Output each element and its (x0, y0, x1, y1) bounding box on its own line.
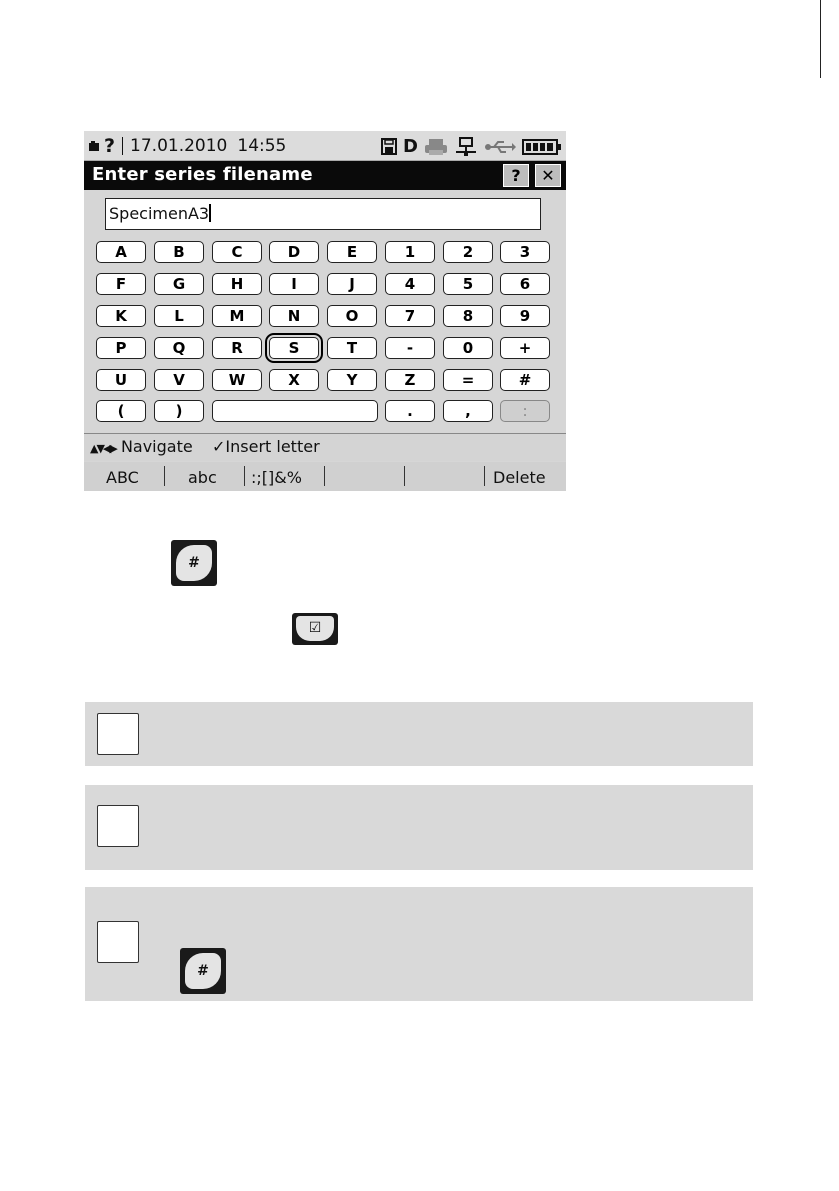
margin-line (820, 0, 821, 78)
key-q[interactable]: Q (154, 337, 204, 359)
key-z[interactable]: Z (385, 369, 435, 391)
key-3[interactable]: 3 (500, 241, 550, 263)
note-panel: # (85, 887, 753, 1001)
battery-small-icon (89, 141, 99, 151)
hash-key-glyph: # (185, 953, 221, 989)
softkey-delete[interactable]: Delete (493, 468, 546, 487)
note-panel (85, 702, 753, 766)
confirm-key-glyph: ☑ (296, 616, 334, 641)
key-4[interactable]: 4 (385, 273, 435, 295)
note-checkbox (97, 805, 139, 847)
navigation-hint-bar: ▲▼◀▶ Navigate ✓Insert letter (84, 433, 566, 461)
softkey-abc-lower[interactable]: abc (188, 468, 217, 487)
checkmark-icon: ✓ (212, 437, 226, 456)
key-0[interactable]: 0 (443, 337, 493, 359)
key-f[interactable]: F (96, 273, 146, 295)
status-time: 14:55 (237, 136, 287, 156)
key-equals[interactable]: = (443, 369, 493, 391)
key-5[interactable]: 5 (443, 273, 493, 295)
softkey-symbols[interactable]: :;[]&% (251, 468, 302, 487)
key-u[interactable]: U (96, 369, 146, 391)
close-button[interactable]: ✕ (535, 164, 561, 187)
key-p[interactable]: P (96, 337, 146, 359)
key-k[interactable]: K (96, 305, 146, 327)
status-bar: ? 17.01.2010 14:55 D (84, 131, 566, 161)
key-s[interactable]: S (265, 333, 323, 363)
filename-value: SpecimenA3 (109, 204, 210, 223)
filename-input[interactable]: SpecimenA3 (105, 198, 541, 230)
network-icon (456, 136, 476, 156)
key-b[interactable]: B (154, 241, 204, 263)
key-j[interactable]: J (327, 273, 377, 295)
key-d[interactable]: D (269, 241, 319, 263)
hash-key-icon: # (180, 948, 226, 994)
key-plus[interactable]: + (500, 337, 550, 359)
key-o[interactable]: O (327, 305, 377, 327)
navigate-label: Navigate (120, 437, 193, 456)
softkey-divider (244, 466, 245, 486)
key-i[interactable]: I (269, 273, 319, 295)
softkey-divider (404, 466, 405, 486)
key-1[interactable]: 1 (385, 241, 435, 263)
status-divider (122, 137, 124, 155)
key-comma[interactable]: , (443, 400, 493, 422)
text-caret (209, 204, 211, 222)
key-7[interactable]: 7 (385, 305, 435, 327)
key-space[interactable] (212, 400, 378, 422)
confirm-key-icon: ☑ (292, 613, 338, 645)
key-close-paren[interactable]: ) (154, 400, 204, 422)
key-m[interactable]: M (212, 305, 262, 327)
softkey-abc-upper[interactable]: ABC (106, 468, 139, 487)
softkey-divider (484, 466, 485, 486)
usb-icon (485, 140, 516, 153)
key-g[interactable]: G (154, 273, 204, 295)
printer-icon (425, 138, 447, 155)
key-minus[interactable]: - (385, 337, 435, 359)
key-a[interactable]: A (96, 241, 146, 263)
dialog-titlebar: Enter series filename ? ✕ (84, 161, 566, 190)
key-6[interactable]: 6 (500, 273, 550, 295)
status-date: 17.01.2010 (130, 136, 228, 156)
key-open-paren[interactable]: ( (96, 400, 146, 422)
battery-full-icon (522, 138, 561, 155)
floppy-disk-icon (381, 138, 398, 155)
drive-label: D (403, 136, 418, 157)
key-period[interactable]: . (385, 400, 435, 422)
help-mark: ? (104, 135, 116, 157)
key-n[interactable]: N (269, 305, 319, 327)
key-colon: : (500, 400, 550, 422)
key-r[interactable]: R (212, 337, 262, 359)
key-h[interactable]: H (212, 273, 262, 295)
device-screen: ? 17.01.2010 14:55 D Enter series filena… (84, 131, 566, 491)
key-t[interactable]: T (327, 337, 377, 359)
key-2[interactable]: 2 (443, 241, 493, 263)
note-checkbox (97, 921, 139, 963)
key-x[interactable]: X (269, 369, 319, 391)
softkey-bar: ABC abc :;[]&% Delete (84, 462, 566, 491)
key-l[interactable]: L (154, 305, 204, 327)
softkey-divider (164, 466, 165, 486)
hash-key-icon: # (171, 540, 217, 586)
hash-key-glyph: # (176, 545, 212, 581)
dialog-title: Enter series filename (92, 164, 313, 185)
navigate-arrows-icon: ▲▼◀▶ (90, 442, 118, 455)
note-checkbox (97, 713, 139, 755)
key-hash[interactable]: # (500, 369, 550, 391)
note-panel (85, 785, 753, 870)
key-e[interactable]: E (327, 241, 377, 263)
key-9[interactable]: 9 (500, 305, 550, 327)
key-v[interactable]: V (154, 369, 204, 391)
softkey-divider (324, 466, 325, 486)
key-y[interactable]: Y (327, 369, 377, 391)
help-button[interactable]: ? (503, 164, 529, 187)
key-w[interactable]: W (212, 369, 262, 391)
insert-letter-label: Insert letter (225, 437, 320, 456)
key-8[interactable]: 8 (443, 305, 493, 327)
key-c[interactable]: C (212, 241, 262, 263)
